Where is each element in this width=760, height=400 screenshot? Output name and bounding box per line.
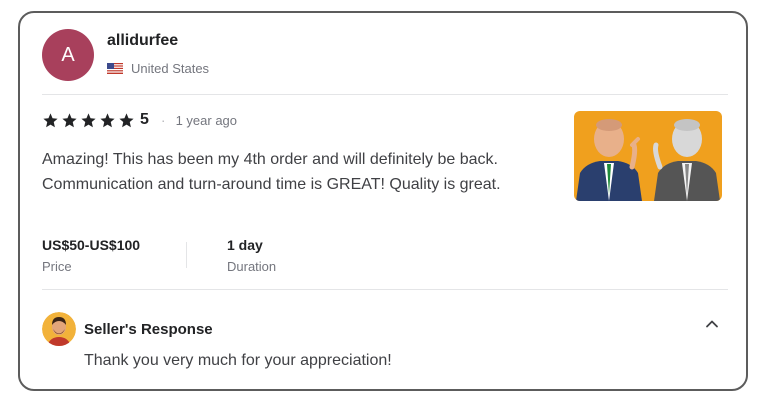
reviewer-avatar: A bbox=[42, 29, 94, 81]
avatar-letter: A bbox=[61, 43, 75, 66]
star-icon bbox=[43, 112, 58, 127]
duration-info: 1 day Duration bbox=[227, 237, 276, 274]
duration-label: Duration bbox=[227, 259, 277, 274]
reviewer-username[interactable]: allidurfee bbox=[107, 32, 178, 50]
star-icon bbox=[62, 112, 77, 127]
review-card: A allidurfee United States 5 · 1 year ag… bbox=[18, 11, 748, 391]
response-divider bbox=[42, 289, 728, 290]
chevron-up-icon[interactable] bbox=[704, 316, 720, 332]
price-value: US$50-US$100 bbox=[42, 237, 141, 253]
rating-value: 5 bbox=[140, 111, 149, 128]
seller-response-text: Thank you very much for your appreciatio… bbox=[84, 352, 392, 369]
separator-dot: · bbox=[160, 112, 166, 128]
star-rating bbox=[42, 112, 135, 129]
star-icon bbox=[100, 112, 115, 127]
meta-divider bbox=[186, 242, 187, 268]
review-time: 1 year ago bbox=[175, 112, 238, 128]
us-flag-icon bbox=[107, 63, 123, 74]
price-info: US$50-US$100 Price bbox=[42, 237, 140, 274]
country-name: United States bbox=[131, 61, 210, 76]
header-divider bbox=[42, 94, 728, 95]
star-icon bbox=[119, 112, 134, 127]
seller-response-title: Seller's Response bbox=[84, 321, 213, 338]
reviewer-country: United States bbox=[107, 61, 209, 76]
review-text: Amazing! This has been my 4th order and … bbox=[42, 151, 501, 193]
seller-avatar bbox=[42, 312, 76, 346]
star-icon bbox=[81, 112, 96, 127]
review-image[interactable] bbox=[574, 111, 722, 201]
price-label: Price bbox=[42, 259, 72, 274]
duration-value: 1 day bbox=[227, 237, 263, 253]
rating-row: 5 · 1 year ago bbox=[42, 111, 237, 129]
